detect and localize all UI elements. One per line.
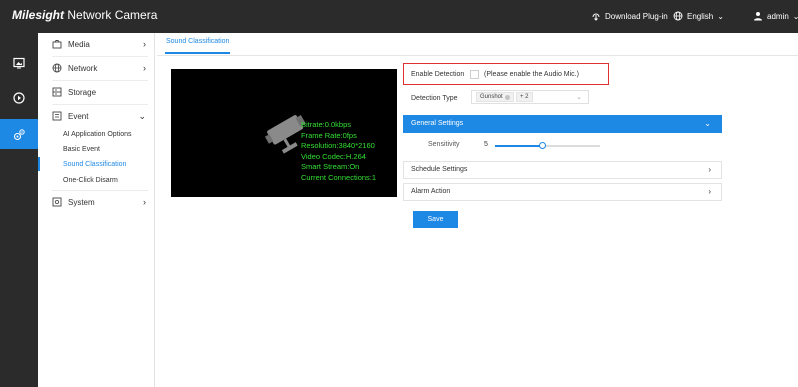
bitrate-text: Bitrate:0.0kbps: [301, 120, 352, 129]
tab-underline: [157, 55, 798, 56]
system-icon: [52, 197, 62, 207]
language-label: English: [687, 11, 714, 21]
settings-gear-icon: [13, 128, 25, 140]
chevron-down-icon: ⌄: [138, 111, 146, 121]
sensitivity-slider[interactable]: [495, 142, 600, 149]
video-stream-info: Bitrate:0.0kbps Frame Rate:0fps Resoluti…: [301, 120, 376, 183]
language-dropdown[interactable]: English ⌄: [673, 11, 724, 21]
enable-detection-label: Enable Detection: [411, 71, 465, 78]
resolution-text: Resolution:3840*2160: [301, 141, 375, 150]
chip-remove-icon[interactable]: [504, 94, 510, 100]
detection-type-select[interactable]: Gunshot + 2 ⌄: [471, 90, 589, 104]
detection-type-label: Detection Type: [411, 95, 458, 102]
playback-icon: [13, 92, 25, 104]
smart-stream-text: Smart Stream:On: [301, 162, 360, 171]
schedule-settings-title: Schedule Settings: [411, 166, 468, 173]
sidebar-item-label: Storage: [68, 87, 97, 97]
sidebar-item-label: Media: [68, 39, 90, 49]
chevron-right-icon: ›: [143, 39, 146, 49]
sensitivity-slider-fill: [495, 145, 543, 147]
live-video-preview: Bitrate:0.0kbps Frame Rate:0fps Resoluti…: [171, 69, 397, 197]
schedule-settings-panel[interactable]: Schedule Settings ›: [403, 161, 722, 179]
media-icon: [52, 39, 62, 49]
frame-rate-text: Frame Rate:0fps: [301, 130, 357, 140]
download-plugin-label: Download Plug-in: [605, 11, 668, 21]
detection-type-more-chip: + 2: [516, 92, 533, 102]
sidebar-item-storage[interactable]: Storage: [38, 81, 154, 103]
chevron-right-icon: ›: [143, 63, 146, 73]
sidebar-item-label: Network: [68, 63, 98, 73]
save-button[interactable]: Save: [413, 211, 458, 228]
globe-icon: [52, 63, 62, 73]
chevron-down-icon: ⌄: [792, 11, 798, 21]
sidebar-item-event[interactable]: Event ⌄: [38, 105, 154, 127]
sidebar-item-label: Event: [68, 111, 89, 121]
connections-text: Current Connections:1: [301, 172, 377, 182]
sensitivity-label: Sensitivity: [428, 141, 460, 148]
sensitivity-value: 5: [484, 141, 488, 148]
user-icon: [754, 12, 762, 21]
chip-label: Gunshot: [480, 94, 503, 100]
tab-sound-classification[interactable]: Sound Classification: [165, 38, 231, 54]
enable-detection-note: (Please enable the Audio Mic.): [484, 71, 579, 78]
nav-settings[interactable]: [0, 119, 38, 149]
nav-live-view[interactable]: [0, 48, 38, 78]
chevron-right-icon: ›: [708, 165, 711, 174]
chevron-down-icon: ⌄: [704, 119, 711, 128]
brand-logo: Milesight: [12, 8, 65, 22]
download-icon: [592, 13, 600, 21]
brand: Milesight Network Camera: [12, 8, 157, 22]
alarm-action-title: Alarm Action: [411, 188, 451, 195]
main-nav: [0, 33, 38, 387]
enable-detection-checkbox[interactable]: [470, 70, 479, 79]
chip-more-label: + 2: [520, 94, 529, 100]
sidebar-item-network[interactable]: Network ›: [38, 57, 154, 79]
top-bar: Milesight Network Camera Download Plug-i…: [0, 0, 798, 33]
alarm-action-panel[interactable]: Alarm Action ›: [403, 183, 722, 201]
video-codec-text: Video Codec:H.264: [301, 151, 366, 161]
chevron-down-icon: ⌄: [576, 94, 582, 101]
general-settings-title: General Settings: [411, 120, 464, 127]
chevron-right-icon: ›: [708, 187, 711, 196]
event-icon: [52, 111, 62, 121]
download-plugin-button[interactable]: Download Plug-in: [591, 11, 668, 21]
live-view-icon: [13, 57, 25, 69]
settings-sidebar: Media › Network › Storage Event ⌄ AI App…: [38, 33, 155, 387]
sidebar-item-media[interactable]: Media ›: [38, 33, 154, 55]
storage-icon: [52, 87, 62, 97]
user-label: admin: [767, 11, 789, 21]
chevron-right-icon: ›: [143, 197, 146, 207]
sidebar-item-label: System: [68, 197, 95, 207]
user-menu[interactable]: admin ⌄: [753, 11, 798, 21]
sidebar-subitem-sound-classification[interactable]: Sound Classification: [38, 157, 154, 171]
sidebar-subitem-ai-application-options[interactable]: AI Application Options: [38, 127, 154, 141]
sidebar-subitem-basic-event[interactable]: Basic Event: [38, 142, 154, 156]
sidebar-item-system[interactable]: System ›: [38, 191, 154, 213]
nav-playback[interactable]: [0, 83, 38, 113]
detection-type-chip: Gunshot: [476, 92, 514, 102]
brand-product: Network Camera: [67, 8, 158, 22]
globe-icon: [673, 11, 683, 21]
general-settings-header[interactable]: General Settings ⌄: [403, 115, 722, 133]
sidebar-subitem-one-click-disarm[interactable]: One-Click Disarm: [38, 173, 154, 187]
sensitivity-slider-handle[interactable]: [539, 142, 547, 149]
chevron-down-icon: ⌄: [717, 11, 724, 21]
